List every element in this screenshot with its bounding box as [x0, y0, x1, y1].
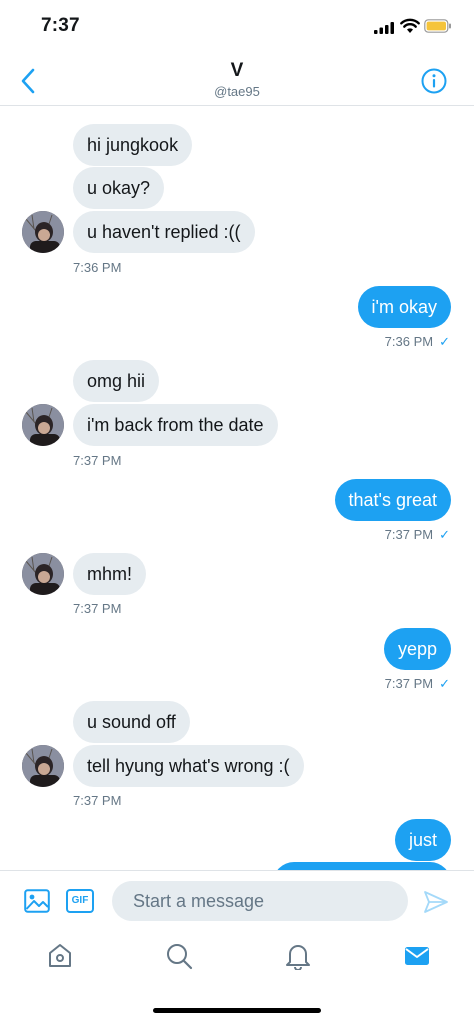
- message-timestamp: 7:37 PM: [384, 676, 434, 691]
- message-timestamp: 7:36 PM: [73, 260, 122, 275]
- home-icon[interactable]: [46, 942, 74, 970]
- info-icon[interactable]: [421, 68, 447, 94]
- outgoing-message[interactable]: yepp: [383, 628, 451, 670]
- mail-icon[interactable]: [403, 942, 431, 970]
- message-thread[interactable]: hi jungkook u okay? u haven't replied :(…: [0, 107, 474, 870]
- incoming-message[interactable]: tell hyung what's wrong :(: [73, 745, 304, 787]
- contact-handle[interactable]: @tae95: [0, 84, 474, 99]
- contact-avatar[interactable]: [22, 553, 64, 595]
- send-icon[interactable]: [423, 890, 449, 914]
- message-timestamp: 7:37 PM: [73, 793, 122, 808]
- avatar-photo: [22, 553, 64, 595]
- contact-avatar[interactable]: [22, 211, 64, 253]
- message-timestamp: 7:37 PM: [73, 601, 122, 616]
- outgoing-message[interactable]: i'm okay: [357, 286, 451, 328]
- contact-avatar[interactable]: [22, 404, 64, 446]
- image-icon[interactable]: [24, 889, 50, 913]
- incoming-message[interactable]: hi jungkook: [73, 124, 193, 166]
- outgoing-message[interactable]: just: [394, 819, 451, 861]
- incoming-message[interactable]: u haven't replied :((: [73, 211, 255, 253]
- status-time: 7:37: [41, 15, 80, 36]
- incoming-message[interactable]: mhm!: [73, 553, 146, 595]
- message-timestamp-row: 7:37 PM ✓: [385, 527, 450, 543]
- contact-avatar[interactable]: [22, 745, 64, 787]
- avatar-photo: [22, 745, 64, 787]
- read-check-icon: ✓: [439, 527, 450, 542]
- incoming-message[interactable]: u okay?: [73, 167, 165, 209]
- avatar-photo: [22, 404, 64, 446]
- avatar-photo: [22, 211, 64, 253]
- incoming-message[interactable]: omg hii: [73, 360, 160, 402]
- contact-name[interactable]: V: [0, 60, 474, 82]
- message-timestamp: 7:37 PM: [73, 453, 122, 468]
- conversation-header: V @tae95: [0, 56, 474, 106]
- tab-bar: [0, 932, 474, 1025]
- home-indicator: [153, 1008, 321, 1013]
- outgoing-message-partial[interactable]: [273, 862, 451, 870]
- status-bar: 7:37: [0, 0, 474, 56]
- message-composer: GIF Start a message: [0, 870, 474, 932]
- message-input[interactable]: Start a message: [112, 881, 408, 921]
- bell-icon[interactable]: [284, 942, 312, 970]
- message-timestamp-row: 7:37 PM ✓: [385, 676, 450, 692]
- incoming-message[interactable]: u sound off: [73, 701, 190, 743]
- gif-button[interactable]: GIF: [66, 889, 94, 913]
- message-timestamp: 7:36 PM: [384, 334, 434, 349]
- incoming-message[interactable]: i'm back from the date: [73, 404, 278, 446]
- signal-icon: [374, 22, 394, 34]
- read-check-icon: ✓: [439, 334, 450, 349]
- battery-icon: [424, 19, 451, 33]
- wifi-icon: [400, 18, 420, 33]
- read-check-icon: ✓: [439, 676, 450, 691]
- message-timestamp-row: 7:36 PM ✓: [385, 334, 450, 350]
- message-timestamp: 7:37 PM: [384, 527, 434, 542]
- outgoing-message[interactable]: that's great: [334, 479, 451, 521]
- search-icon[interactable]: [165, 942, 193, 970]
